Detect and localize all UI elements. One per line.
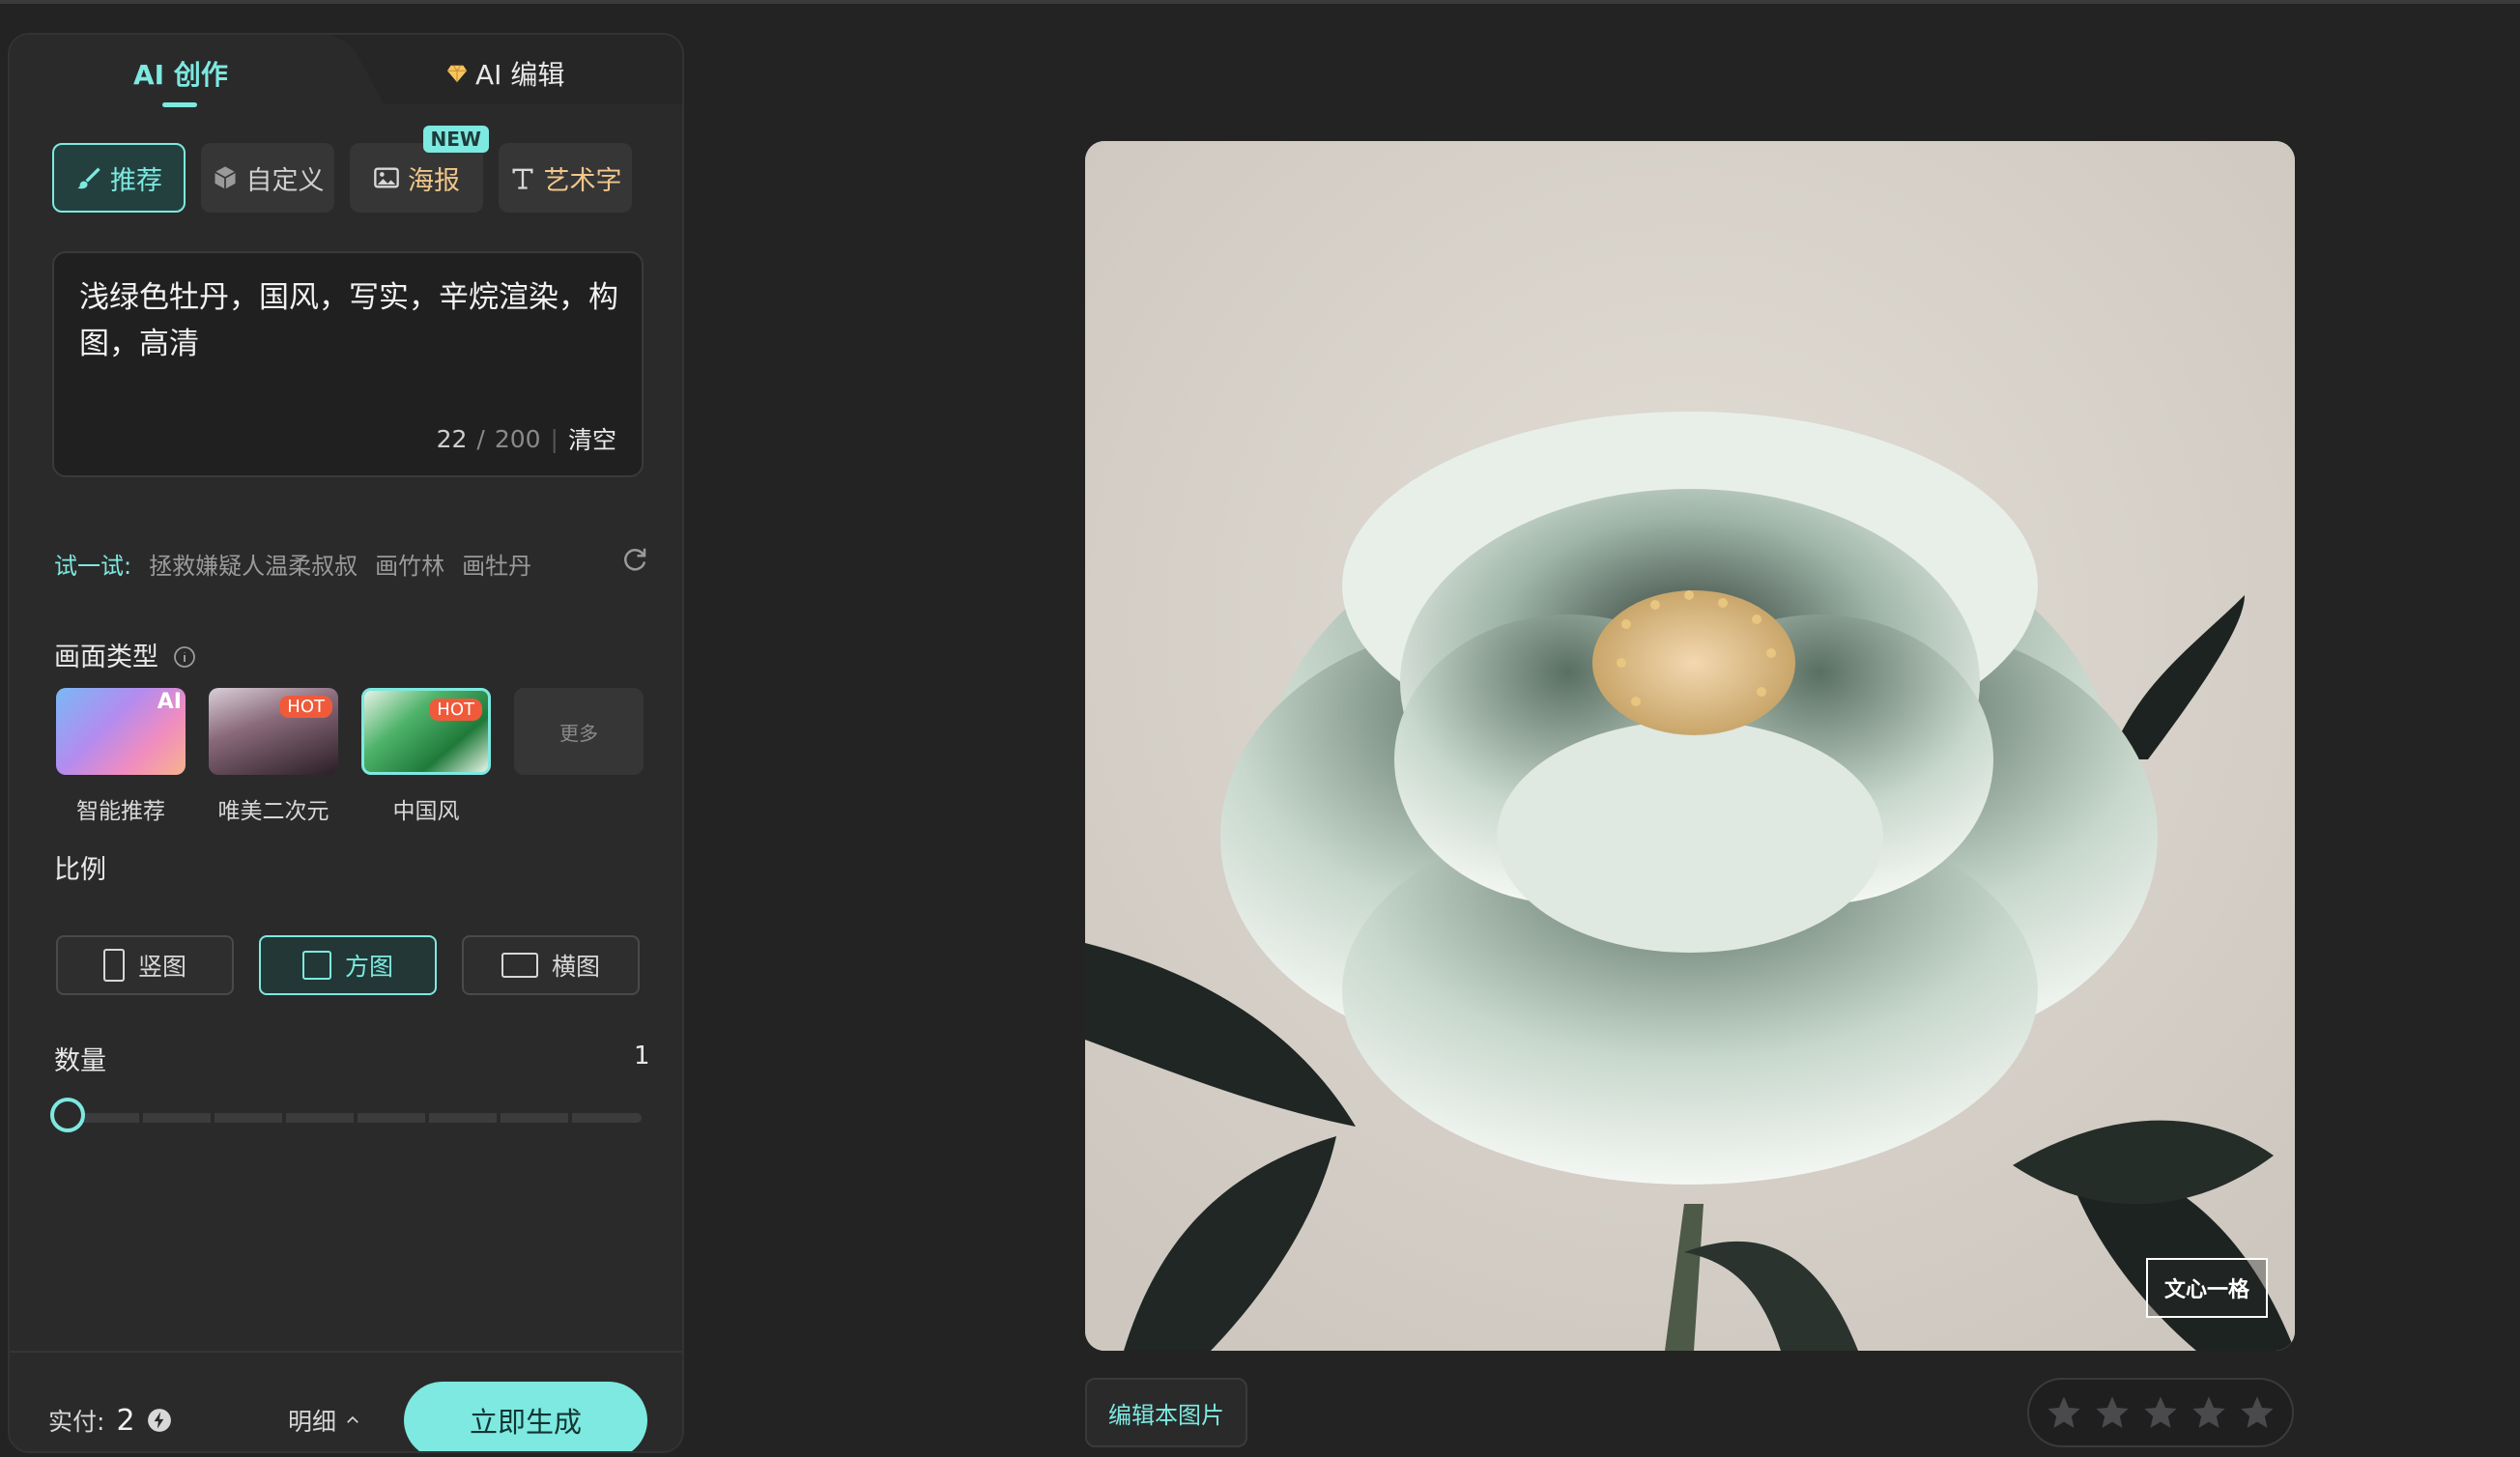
star-icon[interactable] xyxy=(2141,1393,2180,1432)
suggestion-item[interactable]: 画竹林 xyxy=(375,547,444,581)
ratio-label: 横图 xyxy=(551,953,600,981)
ratio-selector: 竖图 方图 横图 xyxy=(56,935,640,995)
ratio-label: 方图 xyxy=(344,953,393,981)
char-counter: 22 / 200 | 清空 xyxy=(437,421,616,456)
prompt-text[interactable]: 浅绿色牡丹，国风，写实，辛烷渲染，构图，高清 xyxy=(79,274,620,367)
tab-ai-edit[interactable]: AI 编辑 xyxy=(446,54,564,93)
pay-value: 2 xyxy=(116,1403,135,1438)
art-text-icon xyxy=(512,168,532,189)
new-badge: NEW xyxy=(422,126,489,153)
chevron-up-icon xyxy=(347,1415,358,1423)
style-label: 唯美二次元 xyxy=(217,799,329,824)
watermark-stamp: 文心一格 xyxy=(2146,1258,2268,1318)
style-label: 智能推荐 xyxy=(76,799,165,824)
info-icon[interactable] xyxy=(173,645,196,669)
slider-tick xyxy=(139,1113,143,1123)
slider-tick xyxy=(425,1113,429,1123)
star-icon[interactable] xyxy=(2093,1393,2132,1432)
mode-label: 海报 xyxy=(408,165,460,196)
style-option-anime[interactable]: HOT 唯美二次元 xyxy=(209,688,338,825)
mode-art-text-button[interactable]: 艺术字 xyxy=(499,143,632,213)
style-option-more[interactable]: 更多 xyxy=(514,688,644,825)
mode-recommend-button[interactable]: 推荐 xyxy=(52,143,186,213)
mode-custom-button[interactable]: 自定义 xyxy=(201,143,334,213)
style-label: 中国风 xyxy=(392,799,460,824)
prompt-input[interactable]: 浅绿色牡丹，国风，写实，辛烷渲染，构图，高清 22 / 200 | 清空 xyxy=(52,251,644,477)
edit-image-button[interactable]: 编辑本图片 xyxy=(1085,1378,1247,1447)
style-title-text: 画面类型 xyxy=(54,643,158,672)
brush-icon xyxy=(77,167,100,189)
tab-bar: AI 创作 AI 编辑 xyxy=(10,35,682,112)
char-max: 200 xyxy=(494,424,541,453)
top-divider xyxy=(0,0,2520,4)
create-panel: AI 创作 AI 编辑 推荐 自定义 海报 NEW 艺术字 浅绿色牡丹，国风，写 xyxy=(8,33,684,1453)
detail-label: 明细 xyxy=(288,1408,337,1436)
mode-selector: 推荐 自定义 海报 NEW 艺术字 xyxy=(52,126,632,213)
quantity-slider-track[interactable] xyxy=(68,1113,642,1123)
refresh-icon[interactable] xyxy=(620,545,649,574)
char-count: 22 xyxy=(436,424,468,453)
try-suggestions: 试一试: 拯救嫌疑人温柔叔叔 画竹林 画牡丹 xyxy=(54,547,649,581)
star-icon[interactable] xyxy=(2238,1393,2277,1432)
generate-button[interactable]: 立即生成 xyxy=(404,1382,647,1451)
image-icon xyxy=(374,167,399,188)
quantity-title: 数量 xyxy=(54,1046,106,1076)
style-option-chinese[interactable]: HOT 中国风 xyxy=(361,688,491,825)
suggestion-item[interactable]: 拯救嫌疑人温柔叔叔 xyxy=(149,547,358,581)
detail-toggle[interactable]: 明细 xyxy=(288,1403,361,1438)
ratio-landscape-button[interactable]: 横图 xyxy=(462,935,640,995)
landscape-icon xyxy=(501,953,538,978)
ratio-section-title: 比例 xyxy=(54,855,106,885)
style-thumbnail[interactable]: HOT xyxy=(361,688,491,775)
pay-label: 实付: xyxy=(48,1408,105,1436)
tab-ai-create-label[interactable]: AI 创作 xyxy=(133,54,228,93)
mode-label: 自定义 xyxy=(245,165,325,196)
rating-stars xyxy=(2027,1378,2294,1447)
style-section-title: 画面类型 xyxy=(54,636,196,673)
style-thumbnail[interactable]: HOT xyxy=(209,688,338,775)
slider-tick xyxy=(282,1113,286,1123)
ai-badge: AI xyxy=(157,690,182,714)
mode-label: 推荐 xyxy=(110,165,162,196)
slider-tick xyxy=(497,1113,501,1123)
ratio-portrait-button[interactable]: 竖图 xyxy=(56,935,234,995)
style-thumbnail[interactable]: AI xyxy=(56,688,186,775)
star-icon[interactable] xyxy=(2045,1393,2083,1432)
footer-bar: 实付: 2 明细 立即生成 xyxy=(10,1351,682,1451)
try-label: 试一试: xyxy=(54,553,132,580)
char-sep: / xyxy=(476,424,485,453)
slider-tick xyxy=(568,1113,572,1123)
tab-ai-edit-label[interactable]: AI 编辑 xyxy=(475,54,564,93)
square-icon xyxy=(301,951,331,980)
diamond-icon xyxy=(446,65,468,83)
suggestion-item[interactable]: 画牡丹 xyxy=(462,547,531,581)
hot-badge: HOT xyxy=(279,696,332,718)
mode-poster-button[interactable]: 海报 NEW xyxy=(350,126,489,213)
hot-badge: HOT xyxy=(429,699,482,721)
slider-tick xyxy=(354,1113,358,1123)
portrait-icon xyxy=(102,949,125,982)
ratio-label: 竖图 xyxy=(137,953,186,981)
active-tab-indicator xyxy=(162,102,197,107)
quantity-value: 1 xyxy=(634,1042,650,1071)
style-option-smart[interactable]: AI 智能推荐 xyxy=(56,688,186,825)
quantity-slider-handle[interactable] xyxy=(50,1098,85,1132)
style-options: AI 智能推荐 HOT 唯美二次元 HOT 中国风 更多 xyxy=(56,688,644,825)
ratio-square-button[interactable]: 方图 xyxy=(259,935,437,995)
slider-tick xyxy=(211,1113,215,1123)
mode-label: 艺术字 xyxy=(543,165,622,196)
cube-icon xyxy=(214,166,236,189)
counter-divider: | xyxy=(550,424,558,453)
clear-button[interactable]: 清空 xyxy=(568,421,616,456)
peony-artwork xyxy=(1085,141,2295,1351)
star-icon[interactable] xyxy=(2190,1393,2228,1432)
lightning-icon xyxy=(147,1409,171,1432)
generated-image[interactable]: 文心一格 xyxy=(1085,141,2295,1351)
more-styles-button[interactable]: 更多 xyxy=(514,688,644,775)
payment-info: 实付: 2 xyxy=(48,1403,172,1438)
